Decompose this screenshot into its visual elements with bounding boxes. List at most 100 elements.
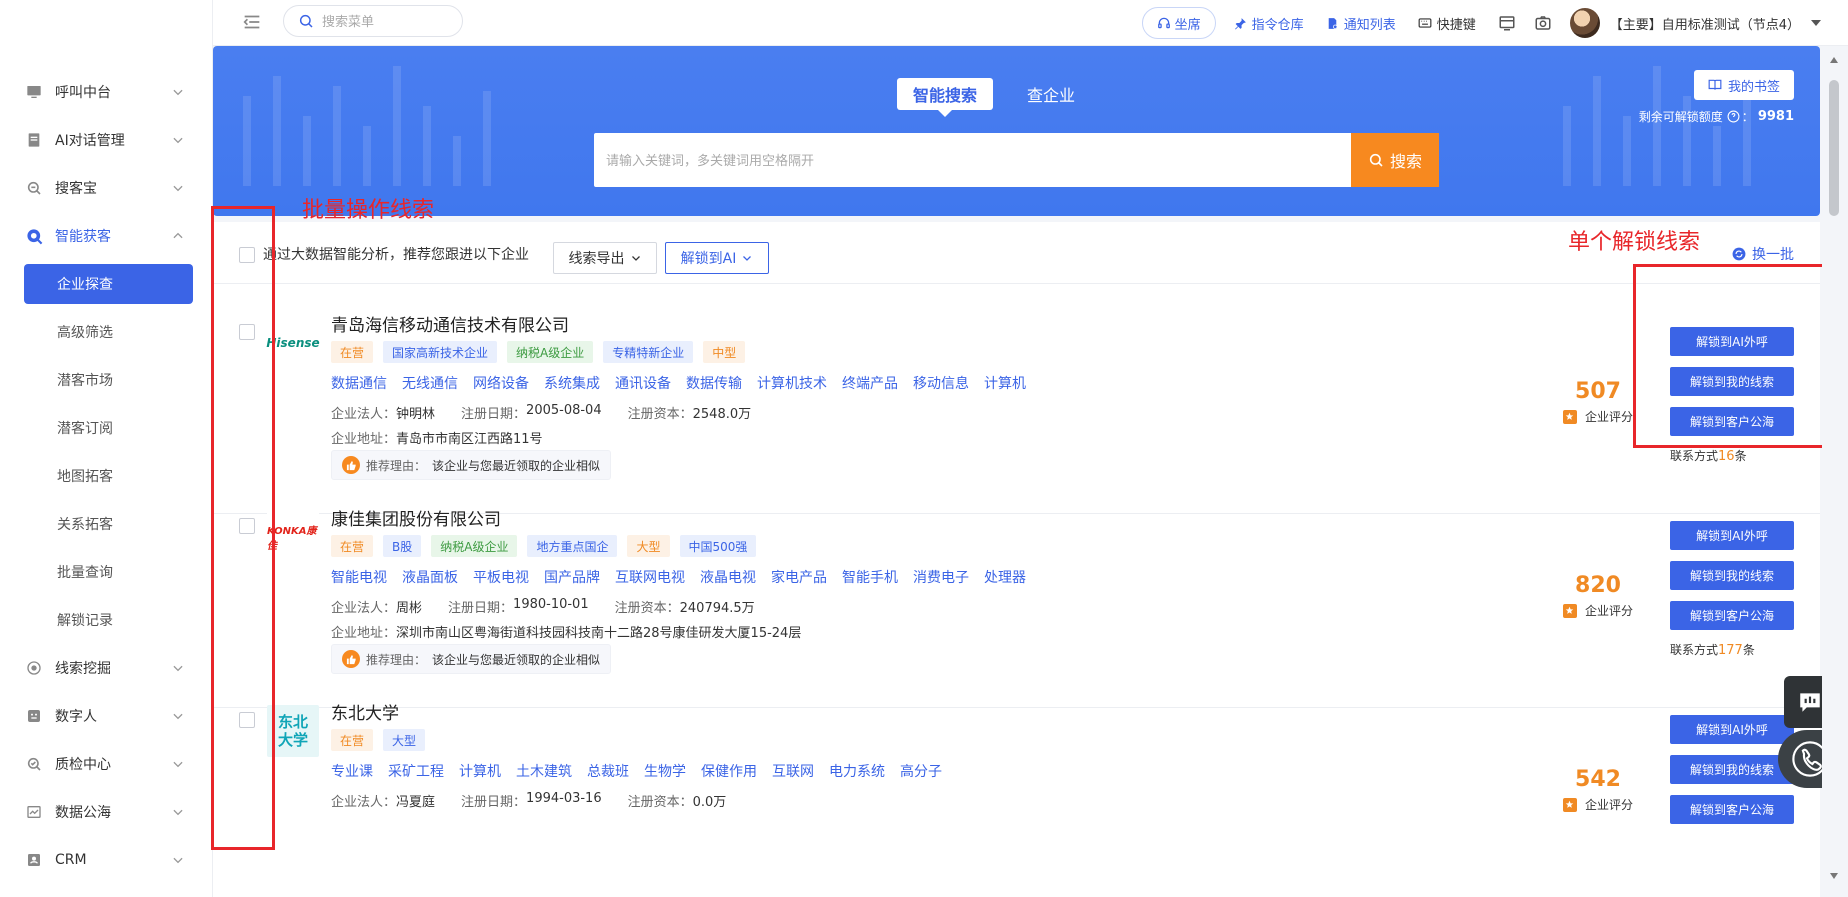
capital-value: 2548.0万 bbox=[692, 407, 752, 422]
company-keyword[interactable]: 国产品牌 bbox=[544, 567, 600, 587]
company-keyword[interactable]: 互联网 bbox=[772, 761, 814, 781]
menu-search[interactable] bbox=[283, 5, 463, 37]
company-keyword[interactable]: 保健作用 bbox=[701, 761, 757, 781]
sidebar-subitem-1[interactable]: 高级筛选 bbox=[0, 308, 213, 356]
company-name[interactable]: 青岛海信移动通信技术有限公司 bbox=[331, 311, 569, 336]
company-keyword[interactable]: 无线通信 bbox=[402, 373, 458, 393]
unlock-to-ai-call-button[interactable]: 解锁到AI外呼 bbox=[1670, 715, 1794, 744]
company-keyword[interactable]: 液晶电视 bbox=[700, 567, 756, 587]
sidebar-subitem-2[interactable]: 潜客市场 bbox=[0, 356, 213, 404]
seat-button[interactable]: 坐席 bbox=[1141, 7, 1216, 39]
help-icon[interactable] bbox=[1727, 110, 1740, 123]
company-keyword[interactable]: 计算机技术 bbox=[757, 373, 827, 393]
sidebar-group-4[interactable]: CRM bbox=[0, 836, 213, 884]
refresh-batch-link[interactable]: 换一批 bbox=[1732, 244, 1794, 264]
keyboard-icon bbox=[1418, 18, 1432, 28]
company-keyword[interactable]: 智能电视 bbox=[331, 567, 387, 587]
sidebar-group-3[interactable]: 智能获客 bbox=[0, 212, 213, 260]
company-name[interactable]: 康佳集团股份有限公司 bbox=[331, 505, 501, 530]
legal-person-value: 冯夏庭 bbox=[396, 795, 436, 810]
unlock-to-ai-button[interactable]: 解锁到AI bbox=[665, 242, 769, 274]
sidebar-group-label: 呼叫中台 bbox=[55, 85, 111, 101]
unlock-to-public-sea-button[interactable]: 解锁到客户公海 bbox=[1670, 601, 1794, 630]
top-bar: 坐席 指令仓库 通知列表 快捷键 【主要】自用标准测试（节点4） bbox=[213, 0, 1848, 46]
company-keyword[interactable]: 网络设备 bbox=[473, 373, 529, 393]
recommendation-text: 通过大数据智能分析，推荐您跟进以下企业 bbox=[263, 247, 529, 263]
screen-icon[interactable] bbox=[1498, 14, 1516, 32]
company-keyword[interactable]: 通讯设备 bbox=[615, 373, 671, 393]
menu-search-input[interactable] bbox=[322, 13, 442, 29]
sidebar-subitem-5[interactable]: 关系拓客 bbox=[0, 500, 213, 548]
company-keyword[interactable]: 终端产品 bbox=[842, 373, 898, 393]
page-scrollbar[interactable] bbox=[1822, 46, 1848, 897]
sidebar-subitem-3[interactable]: 潜客订阅 bbox=[0, 404, 213, 452]
tab-smart-search[interactable]: 智能搜索 bbox=[897, 78, 994, 117]
sidebar-subitem-7[interactable]: 解锁记录 bbox=[0, 596, 213, 644]
sidebar-group-1[interactable]: AI对话管理 bbox=[0, 116, 213, 164]
shortcut-link[interactable]: 快捷键 bbox=[1418, 14, 1476, 33]
company-keyword[interactable]: 高分子 bbox=[900, 761, 942, 781]
reason-text: 该企业与您最近领取的企业相似 bbox=[432, 458, 601, 473]
contact-prefix: 联系方式 bbox=[1670, 643, 1719, 657]
reg-date-label: 注册日期： bbox=[461, 795, 527, 810]
sidebar-subitem-4[interactable]: 地图拓客 bbox=[0, 452, 213, 500]
sidebar-group-3[interactable]: 数据公海 bbox=[0, 788, 213, 836]
my-bookmarks-button[interactable]: 我的书签 bbox=[1693, 70, 1794, 100]
recommended-companies-panel: 通过大数据智能分析，推荐您跟进以下企业 线索导出 解锁到AI 换一批 Hisen… bbox=[213, 222, 1820, 897]
company-keyword[interactable]: 土木建筑 bbox=[516, 761, 572, 781]
sidebar-group-0[interactable]: 线索挖掘 bbox=[0, 644, 213, 692]
company-keyword[interactable]: 数据通信 bbox=[331, 373, 387, 393]
user-avatar[interactable] bbox=[1569, 8, 1600, 38]
company-tag: 在营 bbox=[331, 535, 374, 557]
sidebar-group-2[interactable]: 质检中心 bbox=[0, 740, 213, 788]
reason-text: 该企业与您最近领取的企业相似 bbox=[432, 652, 601, 667]
company-keyword[interactable]: 生物学 bbox=[644, 761, 686, 781]
menu-collapse-icon[interactable] bbox=[241, 11, 263, 33]
user-name[interactable]: 【主要】自用标准测试（节点4） bbox=[1610, 14, 1800, 33]
capital-label: 注册资本： bbox=[627, 407, 693, 422]
caret-down-icon[interactable] bbox=[1810, 17, 1822, 29]
company-name[interactable]: 东北大学 bbox=[331, 699, 399, 724]
company-keyword[interactable]: 移动信息 bbox=[913, 373, 969, 393]
scroll-thumb[interactable] bbox=[1829, 80, 1839, 216]
command-store-link[interactable]: 指令仓库 bbox=[1234, 14, 1304, 33]
company-keyword[interactable]: 总裁班 bbox=[587, 761, 629, 781]
company-keyword[interactable]: 家电产品 bbox=[771, 567, 827, 587]
unlock-to-my-leads-button[interactable]: 解锁到我的线索 bbox=[1670, 561, 1794, 590]
company-keyword[interactable]: 智能手机 bbox=[842, 567, 898, 587]
chevron-down-icon bbox=[631, 256, 640, 261]
company-keyword[interactable]: 采矿工程 bbox=[388, 761, 444, 781]
company-keyword[interactable]: 计算机 bbox=[984, 373, 1026, 393]
export-leads-button[interactable]: 线索导出 bbox=[553, 242, 657, 274]
unlock-to-my-leads-button[interactable]: 解锁到我的线索 bbox=[1670, 755, 1794, 784]
sidebar-group-1[interactable]: 数字人 bbox=[0, 692, 213, 740]
company-tag: 国家高新技术企业 bbox=[383, 341, 498, 363]
sidebar-group-2[interactable]: 搜客宝 bbox=[0, 164, 213, 212]
camera-icon[interactable] bbox=[1534, 14, 1552, 32]
notification-list-link[interactable]: 通知列表 bbox=[1326, 14, 1396, 33]
company-keyword[interactable]: 数据传输 bbox=[686, 373, 742, 393]
scroll-up-icon[interactable] bbox=[1828, 54, 1840, 66]
scroll-down-icon[interactable] bbox=[1828, 870, 1840, 882]
unlock-to-ai-call-button[interactable]: 解锁到AI外呼 bbox=[1670, 521, 1794, 550]
sidebar-subitem-0[interactable]: 企业探查 bbox=[24, 264, 193, 304]
sidebar-group-0[interactable]: 呼叫中台 bbox=[0, 68, 213, 116]
keyword-search-input[interactable] bbox=[594, 133, 1351, 187]
company-keyword[interactable]: 电力系统 bbox=[829, 761, 885, 781]
unlock-to-public-sea-button[interactable]: 解锁到客户公海 bbox=[1670, 795, 1794, 824]
score-label: 企业评分 bbox=[1584, 410, 1633, 424]
company-keyword[interactable]: 液晶面板 bbox=[402, 567, 458, 587]
company-keyword[interactable]: 处理器 bbox=[984, 567, 1026, 587]
company-keyword[interactable]: 计算机 bbox=[459, 761, 501, 781]
tab-check-company[interactable]: 查企业 bbox=[1011, 78, 1091, 110]
company-score: 820 企业评分 bbox=[1553, 573, 1643, 619]
company-keyword[interactable]: 平板电视 bbox=[473, 567, 529, 587]
company-keyword[interactable]: 互联网电视 bbox=[615, 567, 685, 587]
company-keyword[interactable]: 专业课 bbox=[331, 761, 373, 781]
company-keyword[interactable]: 消费电子 bbox=[913, 567, 969, 587]
chevron-down-icon bbox=[173, 857, 183, 864]
search-button[interactable]: 搜索 bbox=[1351, 133, 1439, 187]
sidebar-subitem-6[interactable]: 批量查询 bbox=[0, 548, 213, 596]
reg-date-value: 1994-03-16 bbox=[526, 791, 602, 806]
company-keyword[interactable]: 系统集成 bbox=[544, 373, 600, 393]
